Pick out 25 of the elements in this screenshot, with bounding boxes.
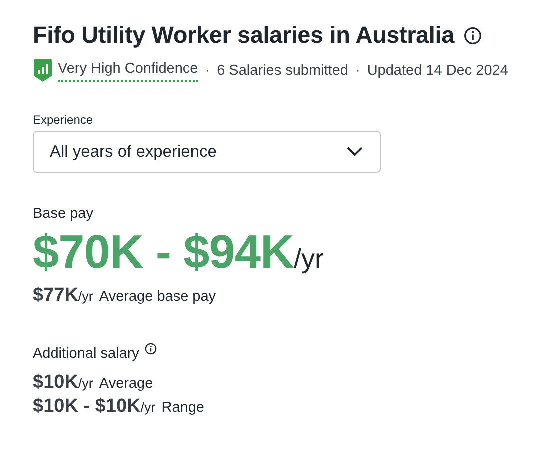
chevron-down-icon	[346, 146, 364, 158]
updated-date: Updated 14 Dec 2024	[367, 63, 508, 79]
section-label: Additional salary	[33, 346, 140, 362]
separator-dot: ·	[205, 63, 210, 79]
unit-text: /yr	[140, 400, 156, 415]
info-icon[interactable]	[464, 26, 482, 44]
salary-label: Range	[162, 400, 204, 416]
pay-range: $70K - $94K	[33, 224, 294, 279]
salary-amount: $77K	[33, 285, 78, 307]
confidence-link[interactable]: Very High Confidence	[58, 60, 198, 82]
experience-dropdown[interactable]: All years of experience	[33, 131, 381, 173]
field-label: Experience	[33, 113, 94, 127]
salaries-count: 6 Salaries submitted	[217, 63, 348, 79]
salary-label: Average	[99, 376, 154, 392]
salary-amount: $10K - $10K	[33, 396, 141, 418]
unit-text: /yr	[78, 376, 94, 391]
section-label: Base pay	[33, 206, 94, 222]
unit-text: /yr	[78, 289, 94, 304]
confidence-badge-icon	[33, 59, 53, 83]
separator-dot: ·	[355, 63, 360, 79]
salary-label: Average base pay	[99, 289, 216, 305]
salary-amount: $10K	[33, 372, 78, 394]
page-title: Fifo Utility Worker salaries in Australia	[33, 22, 454, 49]
info-icon[interactable]	[145, 343, 158, 355]
unit-text: /yr	[294, 244, 324, 275]
